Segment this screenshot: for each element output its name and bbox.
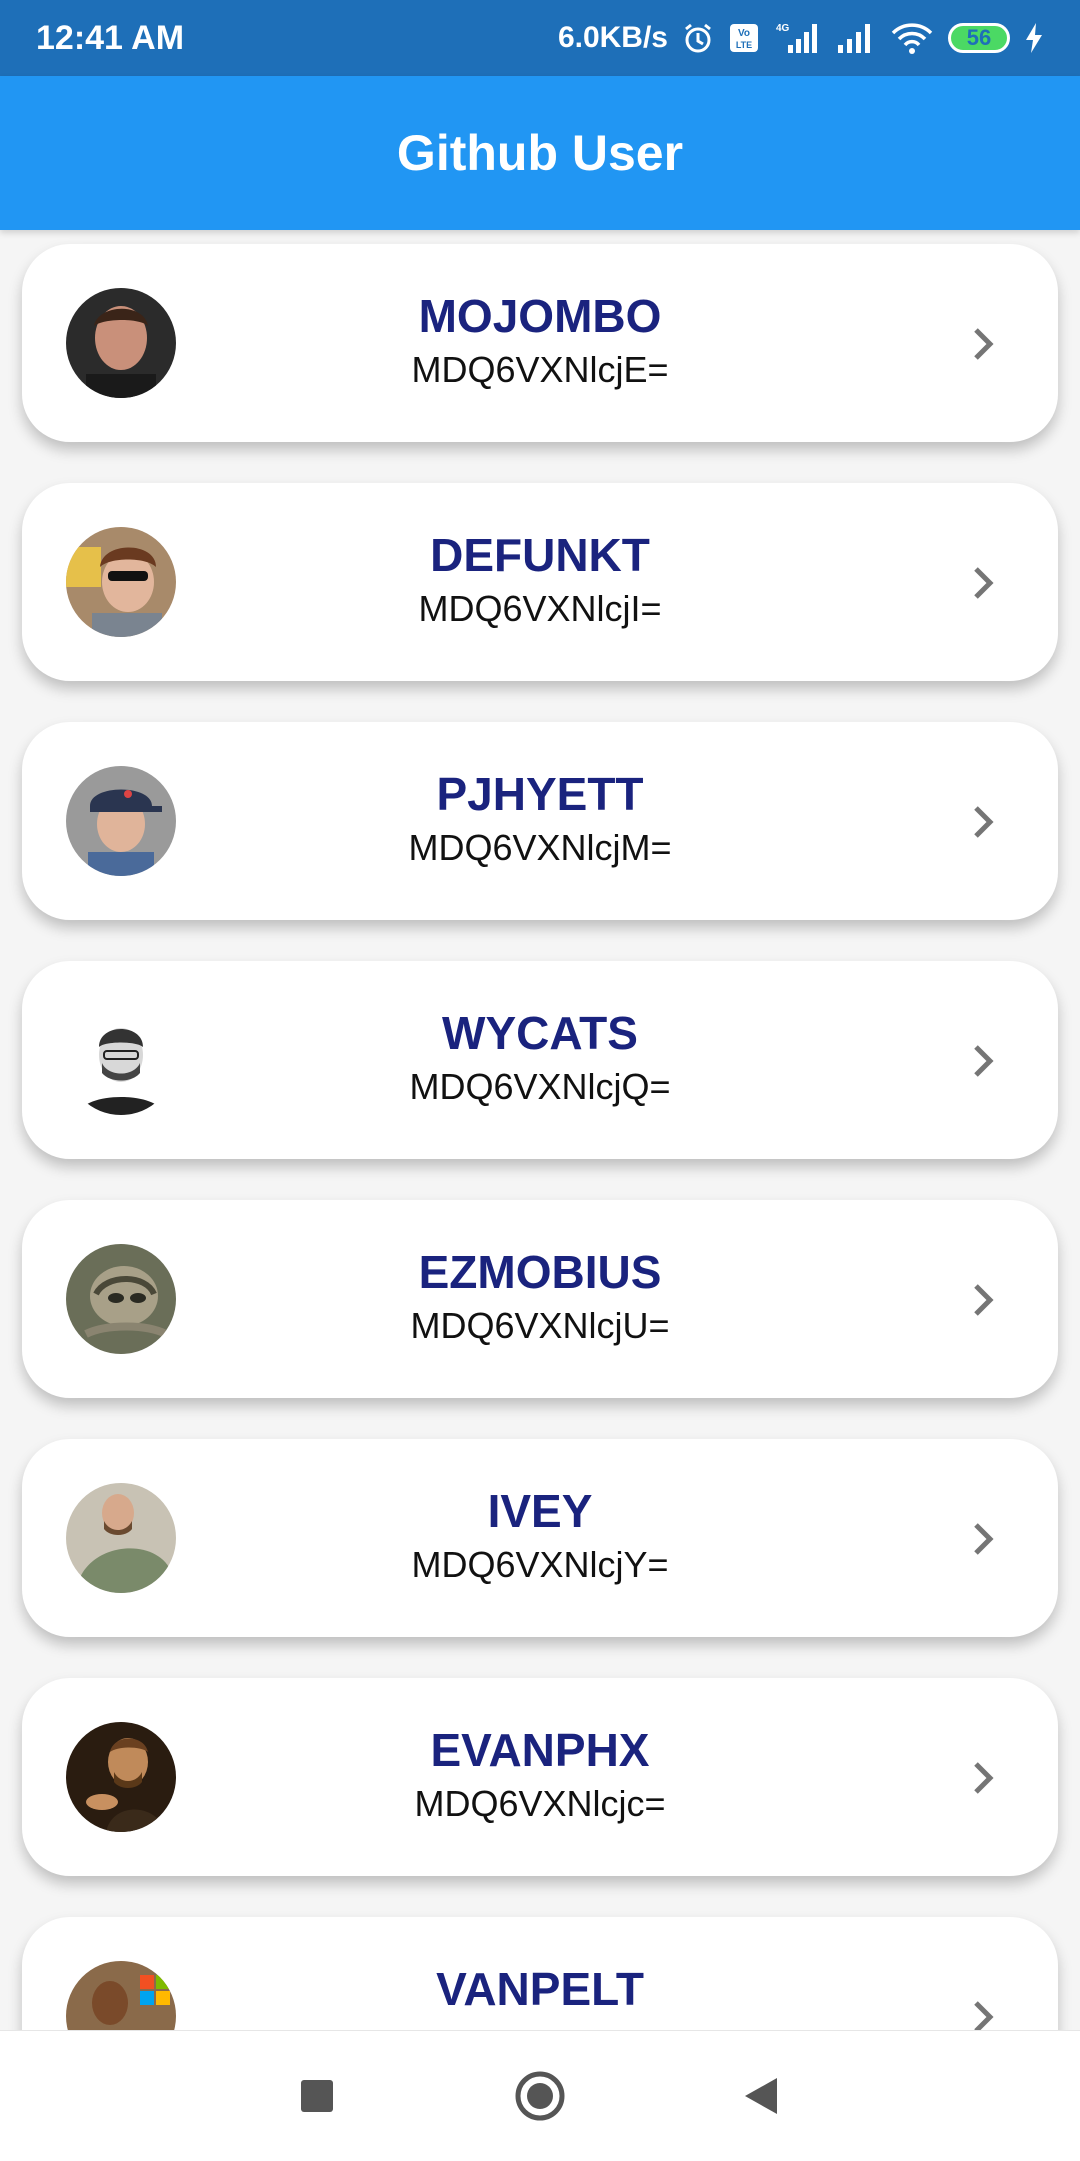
user-card[interactable]: MOJOMBO MDQ6VXNlcjE= — [22, 244, 1058, 442]
user-info: PJHYETT MDQ6VXNlcjM= — [202, 766, 878, 874]
avatar — [66, 1483, 176, 1593]
user-node-id: MDQ6VXNlcjY= — [411, 1544, 669, 1585]
chevron-right-icon — [974, 806, 994, 838]
user-card[interactable]: PJHYETT MDQ6VXNlcjM= — [22, 722, 1058, 920]
signal-icon — [836, 21, 876, 55]
avatar — [66, 288, 176, 398]
chevron-right-icon — [974, 1523, 994, 1555]
user-name: VANPELT — [436, 1963, 644, 2015]
volte-icon: Vo LTE — [728, 22, 760, 54]
user-card[interactable]: WYCATS MDQ6VXNlcjQ= — [22, 961, 1058, 1159]
svg-text:LTE: LTE — [736, 40, 752, 50]
user-node-id: MDQ6VXNlcjQ= — [409, 1066, 671, 1107]
user-card[interactable]: VANPELT — [22, 1917, 1058, 2030]
user-name: DEFUNKT — [430, 529, 650, 581]
home-circle-icon[interactable] — [505, 2061, 575, 2131]
back-triangle-icon[interactable] — [726, 2061, 796, 2131]
user-card[interactable]: EVANPHX MDQ6VXNlcjc= — [22, 1678, 1058, 1876]
chevron-right-icon — [974, 567, 994, 599]
user-info: IVEY MDQ6VXNlcjY= — [202, 1483, 878, 1591]
avatar — [66, 1961, 176, 2030]
svg-text:4G: 4G — [776, 23, 790, 34]
user-info: MOJOMBO MDQ6VXNlcjE= — [202, 288, 878, 396]
user-name: MOJOMBO — [418, 290, 662, 342]
chevron-right-icon — [974, 328, 994, 360]
user-node-id: MDQ6VXNlcjU= — [410, 1305, 670, 1346]
status-icons: 6.0KB/s Vo LTE 4G 56 — [558, 21, 1044, 55]
avatar — [66, 1244, 176, 1354]
page-title: Github User — [396, 125, 684, 181]
chevron-right-icon — [974, 1284, 994, 1316]
chevron-right-icon — [974, 2001, 994, 2030]
network-speed: 6.0KB/s — [557, 21, 668, 54]
alarm-icon — [682, 22, 714, 54]
user-node-id: MDQ6VXNlcjE= — [411, 349, 669, 390]
charging-icon — [1024, 21, 1044, 55]
user-name: IVEY — [487, 1485, 593, 1537]
battery-level: 56 — [966, 25, 992, 50]
chevron-right-icon — [974, 1762, 994, 1794]
avatar — [66, 766, 176, 876]
status-time: 12:41 AM — [36, 18, 185, 57]
app-bar: Github User — [0, 76, 1080, 230]
recents-square-icon[interactable] — [282, 2061, 352, 2131]
user-card[interactable]: IVEY MDQ6VXNlcjY= — [22, 1439, 1058, 1637]
user-info: EZMOBIUS MDQ6VXNlcjU= — [202, 1244, 878, 1352]
user-node-id: MDQ6VXNlcjI= — [418, 588, 662, 629]
user-name: WYCATS — [442, 1007, 638, 1059]
chevron-right-icon — [974, 1045, 994, 1077]
user-info: VANPELT — [202, 1961, 878, 2017]
battery-icon: 56 — [948, 23, 1010, 53]
user-info: DEFUNKT MDQ6VXNlcjI= — [202, 527, 878, 635]
user-card[interactable]: DEFUNKT MDQ6VXNlcjI= — [22, 483, 1058, 681]
avatar — [66, 1005, 176, 1115]
user-list[interactable]: MOJOMBO MDQ6VXNlcjE= DEFUNKT MDQ6VXNlcjI… — [0, 230, 1080, 2030]
user-info: WYCATS MDQ6VXNlcjQ= — [202, 1005, 878, 1113]
user-info: EVANPHX MDQ6VXNlcjc= — [202, 1722, 878, 1830]
user-card[interactable]: EZMOBIUS MDQ6VXNlcjU= — [22, 1200, 1058, 1398]
user-name: PJHYETT — [436, 768, 644, 820]
avatar — [66, 527, 176, 637]
wifi-icon — [890, 21, 934, 55]
signal-4g-icon: 4G — [774, 21, 822, 55]
navigation-bar — [0, 2030, 1080, 2161]
svg-text:Vo: Vo — [738, 28, 750, 39]
user-name: EZMOBIUS — [418, 1246, 662, 1298]
user-node-id: MDQ6VXNlcjM= — [408, 827, 672, 868]
status-bar: 12:41 AM 6.0KB/s Vo LTE 4G 56 — [0, 0, 1080, 76]
avatar — [66, 1722, 176, 1832]
user-name: EVANPHX — [430, 1724, 650, 1776]
user-node-id: MDQ6VXNlcjc= — [414, 1783, 666, 1824]
